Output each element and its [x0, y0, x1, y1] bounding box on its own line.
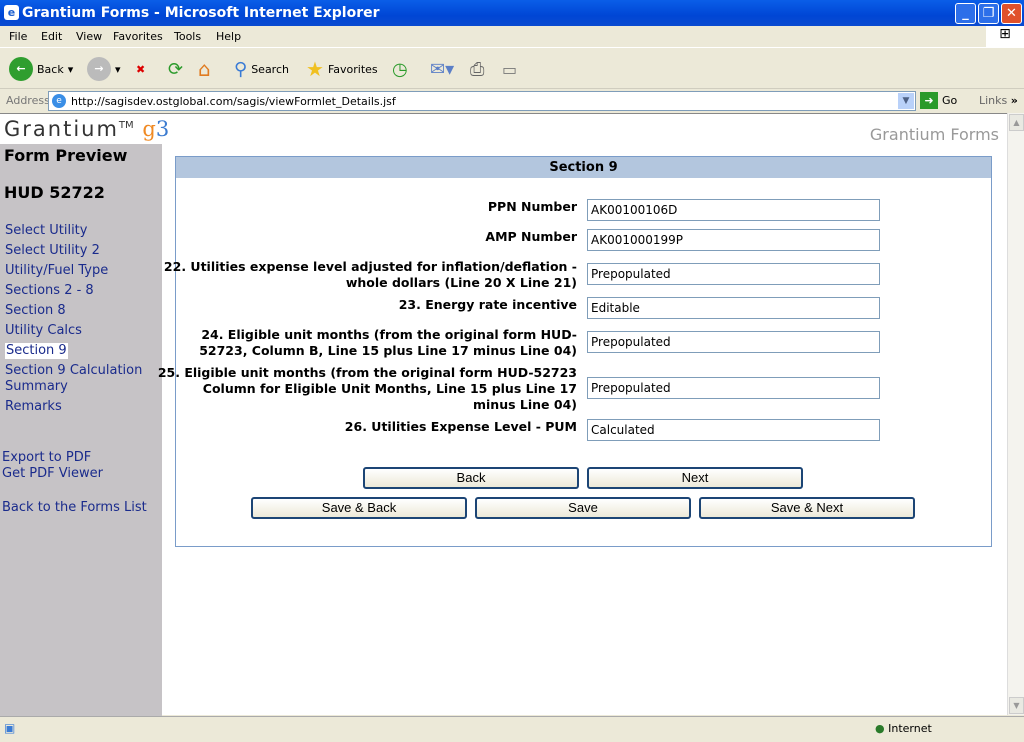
- grantium-logo: GrantiumTM g3: [4, 117, 169, 141]
- search-icon: ⚲: [234, 58, 248, 80]
- chevron-down-icon[interactable]: ▼: [898, 93, 914, 109]
- save-button[interactable]: Save: [475, 497, 691, 519]
- links-label: Links: [979, 94, 1008, 107]
- minimize-button[interactable]: _: [955, 3, 976, 24]
- page-status-icon: ▣: [4, 721, 16, 735]
- ppn-number-input[interactable]: [587, 199, 880, 221]
- sidebar-item-select-utility[interactable]: Select Utility: [5, 223, 87, 239]
- form-name: HUD 52722: [4, 183, 105, 202]
- close-button[interactable]: ✕: [1001, 3, 1022, 24]
- sidebar-item-sections-2-8[interactable]: Sections 2 - 8: [5, 283, 94, 299]
- home-icon[interactable]: ⌂: [198, 56, 211, 82]
- go-button[interactable]: ➜ Go: [920, 92, 957, 109]
- favorites-label: Favorites: [327, 62, 378, 76]
- line25-input[interactable]: [587, 377, 880, 399]
- address-label: Address: [6, 94, 50, 107]
- edit-icon[interactable]: ▭: [502, 56, 517, 82]
- logo-text: Grantium: [4, 117, 119, 141]
- sidebar-item-select-utility-2[interactable]: Select Utility 2: [5, 243, 100, 259]
- sidebar-item-section-8[interactable]: Section 8: [5, 303, 66, 319]
- line22-label: 22. Utilities expense level adjusted for…: [163, 259, 577, 290]
- favorites-button[interactable]: ★ Favorites: [306, 56, 378, 82]
- brand-title: Grantium Forms: [869, 125, 999, 144]
- toolbar: ← Back ▾ → ▾ ✖ ⟳ ⌂ ⚲ Search ★ Favorites ◷ ✉…: [0, 49, 1024, 89]
- back-to-forms-list-link[interactable]: Back to the Forms List: [2, 500, 147, 516]
- ppn-label: PPN Number: [487, 199, 577, 214]
- forward-arrow-icon: →: [87, 57, 111, 81]
- menu-file[interactable]: File: [9, 30, 27, 43]
- back-form-button[interactable]: Back: [363, 467, 579, 489]
- page-content: GrantiumTM g3 Grantium Forms Form Previe…: [0, 113, 1007, 716]
- history-icon[interactable]: ◷: [392, 56, 408, 82]
- star-icon: ★: [306, 57, 324, 81]
- search-label: Search: [251, 62, 289, 76]
- menu-help[interactable]: Help: [216, 30, 241, 43]
- back-button[interactable]: ← Back ▾: [9, 56, 73, 82]
- section-title: Section 9: [176, 157, 991, 178]
- address-input[interactable]: e http://sagisdev.ostglobal.com/sagis/vi…: [48, 91, 916, 111]
- sidebar-title: Form Preview: [4, 146, 128, 165]
- back-arrow-icon: ←: [9, 57, 33, 81]
- line24-label: 24. Eligible unit months (from the origi…: [199, 327, 577, 358]
- save-back-button[interactable]: Save & Back: [251, 497, 467, 519]
- forward-button[interactable]: → ▾: [87, 56, 121, 82]
- sidebar-item-section-9[interactable]: Section 9: [5, 343, 68, 359]
- logo-3: 3: [155, 117, 170, 141]
- sidebar-item-utility-calcs[interactable]: Utility Calcs: [5, 323, 82, 339]
- amp-label: AMP Number: [485, 229, 577, 244]
- menu-tools[interactable]: Tools: [174, 30, 201, 43]
- line24-input[interactable]: [587, 331, 880, 353]
- sidebar: Form Preview HUD 52722 Select Utility Se…: [0, 144, 162, 716]
- menu-favorites[interactable]: Favorites: [113, 30, 163, 43]
- globe-icon: ●: [875, 722, 885, 735]
- line22-input[interactable]: [587, 263, 880, 285]
- security-zone: ● Internet: [875, 722, 932, 735]
- export-pdf-link[interactable]: Export to PDF: [2, 450, 91, 466]
- sidebar-item-remarks[interactable]: Remarks: [5, 399, 62, 415]
- amp-number-input[interactable]: [587, 229, 880, 251]
- sidebar-item-utility-fuel-type[interactable]: Utility/Fuel Type: [5, 263, 108, 279]
- logo-g: g: [142, 117, 156, 141]
- next-button[interactable]: Next: [587, 467, 803, 489]
- section-panel: Section 9 PPN Number AMP Number 22. Util…: [158, 156, 992, 547]
- menu-bar: File Edit View Favorites Tools Help: [0, 26, 1024, 48]
- vertical-scrollbar[interactable]: ▲ ▼: [1007, 113, 1024, 715]
- mail-icon[interactable]: ✉▾: [430, 56, 454, 82]
- get-pdf-viewer-link[interactable]: Get PDF Viewer: [2, 466, 103, 482]
- scroll-down-icon[interactable]: ▼: [1009, 697, 1024, 714]
- zone-label: Internet: [888, 722, 932, 735]
- search-button[interactable]: ⚲ Search: [234, 56, 289, 82]
- refresh-icon[interactable]: ⟳: [168, 56, 183, 82]
- line26-label: 26. Utilities Expense Level - PUM: [344, 419, 577, 434]
- menu-view[interactable]: View: [76, 30, 102, 43]
- scroll-up-icon[interactable]: ▲: [1009, 114, 1024, 131]
- line23-input[interactable]: [587, 297, 880, 319]
- windows-logo-icon: ⊞: [986, 26, 1024, 48]
- save-next-button[interactable]: Save & Next: [699, 497, 915, 519]
- title-bar: e Grantium Forms - Microsoft Internet Ex…: [0, 0, 1024, 26]
- back-label: Back: [37, 62, 64, 76]
- line23-label: 23. Energy rate incentive: [398, 297, 577, 312]
- line25-label: 25. Eligible unit months (from the origi…: [157, 365, 577, 412]
- address-url: http://sagisdev.ostglobal.com/sagis/view…: [71, 95, 396, 108]
- address-bar: Address e http://sagisdev.ostglobal.com/…: [0, 90, 1024, 112]
- window-title: Grantium Forms - Microsoft Internet Expl…: [22, 5, 380, 21]
- go-arrow-icon: ➜: [920, 92, 938, 109]
- status-bar: ▣ ● Internet: [0, 716, 1024, 742]
- go-label: Go: [942, 94, 958, 107]
- stop-icon[interactable]: ✖: [136, 56, 145, 82]
- menu-edit[interactable]: Edit: [41, 30, 62, 43]
- print-icon[interactable]: ⎙: [470, 56, 484, 82]
- sidebar-item-section-9-calc-summary[interactable]: Section 9 Calculation Summary: [5, 363, 155, 395]
- ie-icon: e: [4, 5, 19, 20]
- logo-tm: TM: [118, 120, 134, 131]
- links-button[interactable]: Links »: [979, 94, 1018, 107]
- page-icon: e: [52, 94, 66, 108]
- restore-button[interactable]: ❐: [978, 3, 999, 24]
- line26-input[interactable]: [587, 419, 880, 441]
